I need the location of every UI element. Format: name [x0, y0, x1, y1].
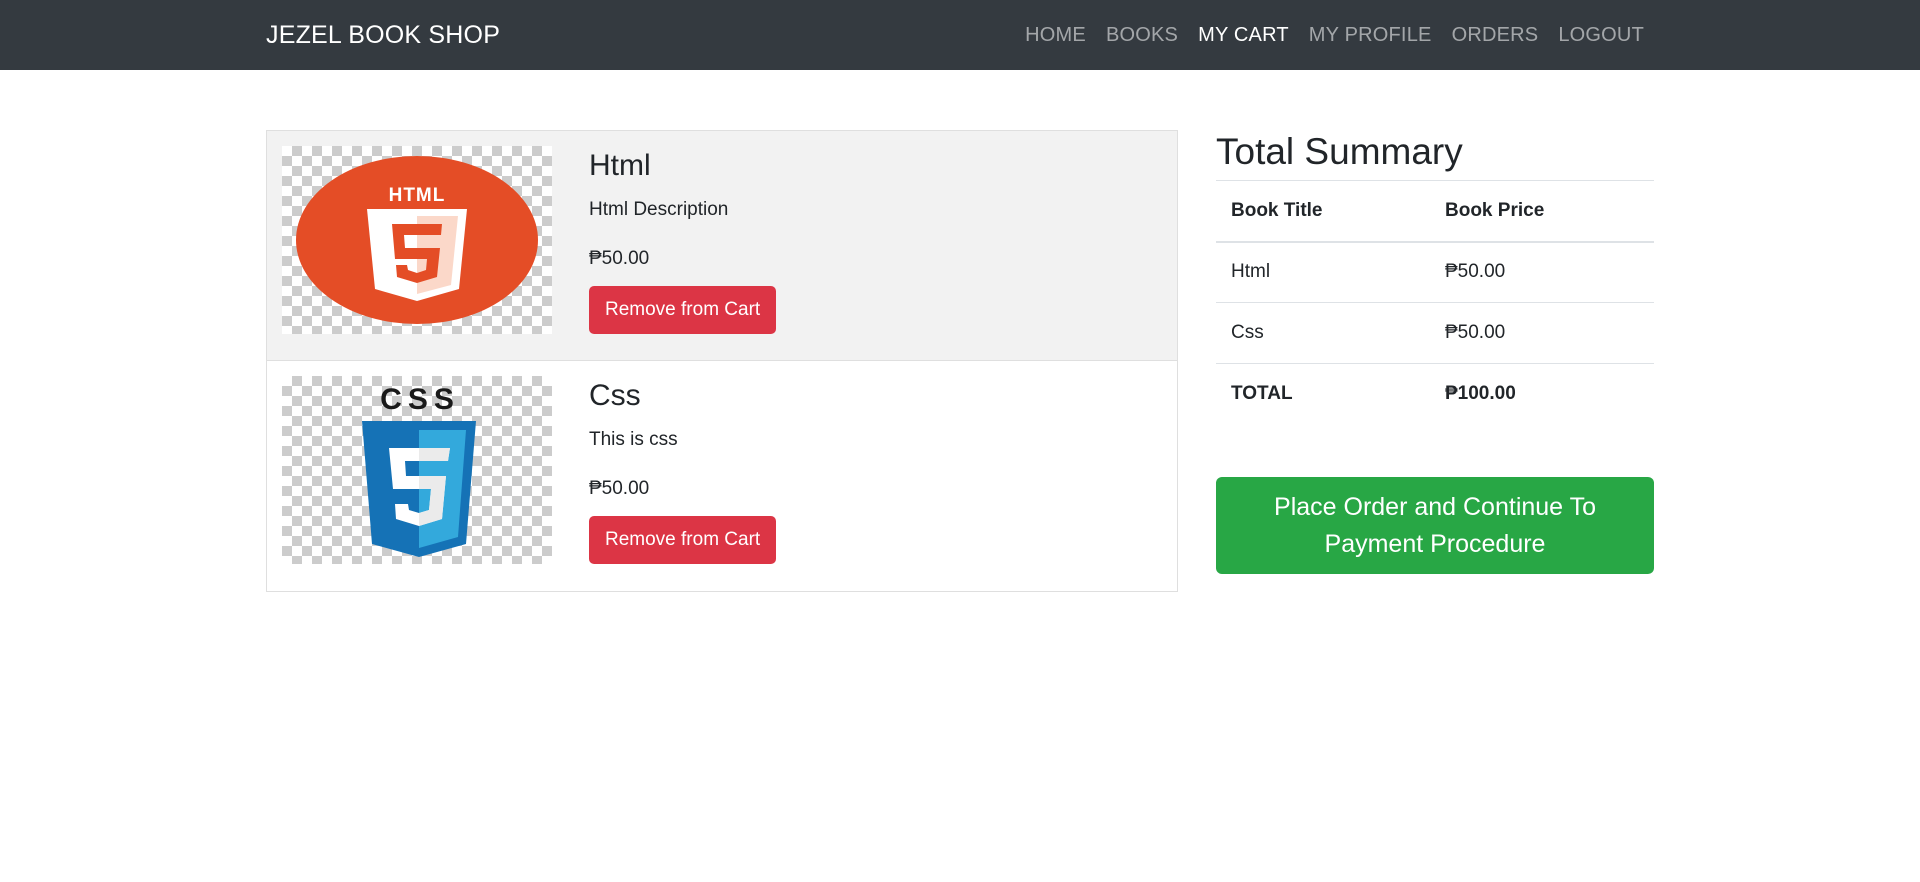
nav-my-cart-link[interactable]: MY CART	[1198, 24, 1289, 47]
row-book-title: Html	[1216, 241, 1430, 303]
css3-logo-icon: CSS	[362, 383, 476, 557]
cart-list: HTML Html Html Description ₱50.00 Remove…	[266, 130, 1178, 592]
css3-logo-text: CSS	[380, 383, 460, 416]
navbar: JEZEL BOOK SHOP HOME BOOKS MY CART MY PR…	[0, 0, 1920, 70]
cart-item-body: Css This is css ₱50.00 Remove from Cart	[589, 376, 777, 564]
brand-link[interactable]: JEZEL BOOK SHOP	[266, 0, 500, 70]
table-row: Html ₱50.00	[1216, 241, 1654, 303]
nav-logout-link[interactable]: LOGOUT	[1558, 24, 1644, 47]
nav-home-link[interactable]: HOME	[1025, 24, 1086, 47]
html5-logo-image: HTML	[282, 146, 552, 334]
css3-logo-image: CSS	[282, 376, 552, 564]
total-amount: ₱100.00	[1430, 363, 1654, 425]
header-book-price: Book Price	[1430, 180, 1654, 243]
place-order-button[interactable]: Place Order and Continue To Payment Proc…	[1216, 477, 1654, 574]
cart-item-title: Css	[589, 379, 641, 412]
cart-item[interactable]: HTML Html Html Description ₱50.00 Remove…	[267, 131, 1177, 361]
cart-item-description: This is css	[589, 429, 678, 450]
cart-item-title: Html	[589, 149, 651, 182]
cart-item-price: ₱50.00	[589, 478, 650, 499]
remove-from-cart-button[interactable]: Remove from Cart	[589, 286, 777, 334]
total-label: TOTAL	[1216, 363, 1430, 425]
table-row: Css ₱50.00	[1216, 302, 1654, 364]
html5-logo-text: HTML	[389, 185, 446, 206]
nav-my-profile-link[interactable]: MY PROFILE	[1309, 24, 1432, 47]
cart-item-body: Html Html Description ₱50.00 Remove from…	[589, 146, 777, 334]
cart-item[interactable]: CSS Css This is css ₱50.00 Remove from C…	[267, 361, 1177, 591]
total-row: TOTAL ₱100.00	[1216, 363, 1654, 425]
summary-title: Total Summary	[1216, 131, 1463, 172]
row-book-price: ₱50.00	[1430, 241, 1654, 303]
summary-header-row: Book Title Book Price	[1216, 180, 1654, 243]
header-book-title: Book Title	[1216, 180, 1430, 243]
cart-item-price: ₱50.00	[589, 248, 650, 269]
remove-from-cart-button[interactable]: Remove from Cart	[589, 516, 777, 564]
cart-item-description: Html Description	[589, 199, 729, 220]
summary-table: Book Title Book Price Html ₱50.00 Css ₱5…	[1216, 180, 1654, 425]
nav-books-link[interactable]: BOOKS	[1106, 24, 1178, 47]
row-book-price: ₱50.00	[1430, 302, 1654, 364]
nav-links: HOME BOOKS MY CART MY PROFILE ORDERS LOG…	[1005, 0, 1644, 70]
html5-logo-icon: HTML	[296, 156, 538, 324]
nav-orders-link[interactable]: ORDERS	[1452, 24, 1539, 47]
row-book-title: Css	[1216, 302, 1430, 364]
total-summary-panel: Total Summary Book Title Book Price Html…	[1216, 130, 1654, 574]
